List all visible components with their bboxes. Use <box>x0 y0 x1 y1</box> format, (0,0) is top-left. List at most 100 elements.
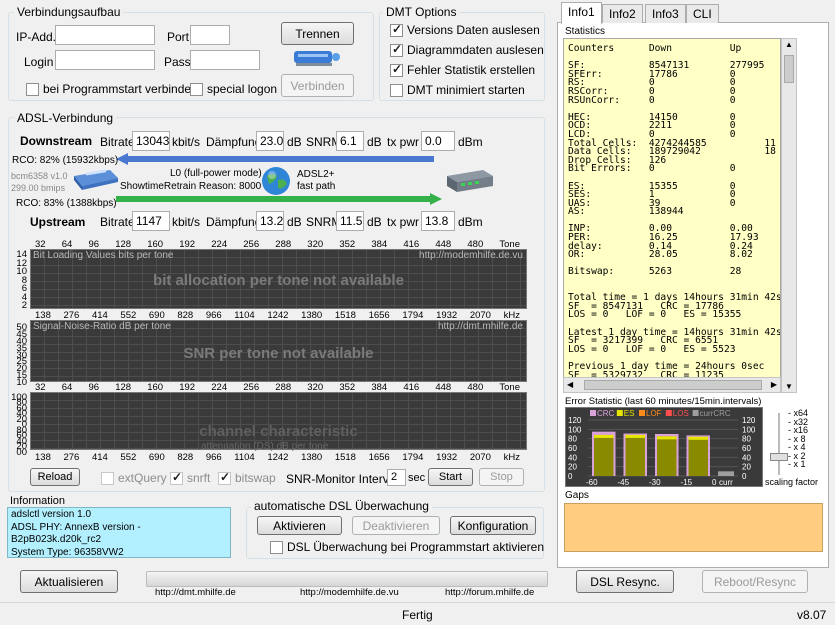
dmt-title: DMT Options <box>383 5 460 19</box>
dmt-opt4[interactable]: DMT minimiert starten <box>390 83 525 97</box>
autoconnect-checkbox[interactable]: bei Programmstart verbinden <box>26 82 198 96</box>
port-input[interactable] <box>190 25 230 45</box>
up-att-value: 13.2 <box>256 211 284 231</box>
connect-button[interactable]: Verbinden <box>281 74 354 97</box>
up-bitrate-unit: kbit/s <box>172 215 201 229</box>
password-input[interactable] <box>190 50 260 70</box>
snrft-checkbox[interactable]: snrft <box>170 470 210 485</box>
extquery-checkbox[interactable]: extQuery <box>101 471 167 485</box>
dmt-opt3-box[interactable] <box>390 62 403 77</box>
ip-input[interactable] <box>55 25 155 45</box>
statistics-vscroll[interactable]: ▲ ▼ <box>781 38 797 393</box>
bitswap-text: bitswap <box>235 471 276 485</box>
es-bar <box>657 436 677 476</box>
upstream-label: Upstream <box>30 215 86 229</box>
interval-input[interactable]: 2 <box>387 469 406 486</box>
scaling-control[interactable]: - x64- x32- x16- x 8- x 4- x 2- x 1 scal… <box>765 407 828 488</box>
khz-tick: 138 <box>35 452 51 463</box>
up-att-unit: dB <box>287 215 302 229</box>
reload-button[interactable]: Reload <box>30 468 80 486</box>
bitswap-box[interactable] <box>218 470 231 485</box>
refresh-button[interactable]: Aktualisieren <box>20 570 118 593</box>
dmt-opt4-box[interactable] <box>390 83 403 97</box>
scroll-thumb[interactable] <box>784 55 794 83</box>
gaps-title: Gaps <box>565 490 589 501</box>
standard-text2: fast path <box>297 181 336 192</box>
dmt-opt1-box[interactable] <box>390 22 403 37</box>
extquery-text: extQuery <box>118 471 167 485</box>
es-bar-top <box>657 436 677 440</box>
stop-button[interactable]: Stop <box>479 468 524 486</box>
start-button[interactable]: Start <box>428 468 473 486</box>
dmt-opt2-box[interactable] <box>390 42 403 57</box>
information-line3: System Type: 96358VW2 <box>11 546 124 558</box>
monitor-autostart-checkbox[interactable]: DSL Überwachung bei Programmstart aktivi… <box>270 540 544 554</box>
es-bar-top <box>594 434 614 438</box>
legend-label: CRC <box>597 409 615 418</box>
channel-y-tick: 00 <box>16 446 27 458</box>
upstream-arrow-icon <box>116 193 442 205</box>
globe-icon <box>261 166 291 196</box>
dmt-opt2[interactable]: Diagrammdaten auslesen <box>390 42 544 57</box>
tab-info2[interactable]: Info2 <box>602 4 643 23</box>
hscroll-right-icon[interactable]: ▶ <box>771 380 777 389</box>
dmt-opt3[interactable]: Fehler Statistik erstellen <box>390 62 535 77</box>
login-input[interactable] <box>55 50 155 70</box>
link-dmt[interactable]: http://dmt.mhilfe.de <box>155 587 236 598</box>
snr-url: http://dmt.mhilfe.de <box>437 321 523 332</box>
special-logon-checkbox[interactable]: special logon <box>190 82 277 96</box>
tab-info3[interactable]: Info3 <box>645 4 686 23</box>
channel-sub-text: attenuation (DS) dB per tone <box>201 441 329 452</box>
standard-text1: ADSL2+ <box>297 169 335 180</box>
error-x-tick: curr <box>719 478 733 486</box>
es-bar-top <box>688 436 708 440</box>
es-bar <box>625 434 645 476</box>
status-text: Fertig <box>402 608 433 622</box>
scroll-down-arrow-icon[interactable]: ▼ <box>785 382 793 391</box>
reboot-button[interactable]: Reboot/Resync <box>702 570 808 593</box>
monitor-autostart-text: DSL Überwachung bei Programmstart aktivi… <box>287 540 544 554</box>
statistics-hscroll[interactable]: ◀ ▶ <box>563 377 781 393</box>
snr-title: Signal-Noise-Ratio dB per tone <box>33 321 171 332</box>
khz-tick: 1518 <box>334 452 356 463</box>
scaling-slider-track[interactable] <box>778 413 780 475</box>
khz-tick: 1656 <box>368 452 390 463</box>
khz-tick: 966 <box>205 452 222 463</box>
link-modemhilfe[interactable]: http://modemhilfe.de.vu <box>300 587 399 598</box>
down-bitrate-label: Bitrate <box>100 135 135 149</box>
monitor-title: automatische DSL Überwachung <box>251 499 432 513</box>
dmt-opt1[interactable]: Versions Daten auslesen <box>390 22 540 37</box>
curr-crc-bar <box>718 471 734 476</box>
bitswap-checkbox[interactable]: bitswap <box>218 470 276 485</box>
tab-info1[interactable]: Info1 <box>561 2 602 24</box>
hscroll-thumb[interactable] <box>584 380 762 390</box>
snrft-box[interactable] <box>170 470 183 485</box>
scaling-option[interactable]: - x 1 <box>788 460 806 469</box>
scroll-up-arrow-icon[interactable]: ▲ <box>785 40 793 49</box>
up-snrm-unit: dB <box>367 215 382 229</box>
scaling-slider-thumb[interactable] <box>770 453 788 461</box>
dsl-resync-button[interactable]: DSL Resync. <box>576 570 674 593</box>
extquery-box[interactable] <box>101 471 114 485</box>
up-txpwr-unit: dBm <box>458 215 483 229</box>
configuration-button[interactable]: Konfiguration <box>450 516 536 535</box>
network-icon <box>292 47 342 69</box>
modem-icon <box>70 166 120 192</box>
deactivate-button[interactable]: Deaktivieren <box>352 516 440 535</box>
disconnect-button[interactable]: Trennen <box>281 22 354 45</box>
khz-tick: 1380 <box>301 452 323 463</box>
up-att-label: Dämpfung <box>206 215 262 229</box>
khz-tick: 1932 <box>436 452 458 463</box>
special-logon-text: special logon <box>207 82 278 96</box>
tab-cli[interactable]: CLI <box>686 4 719 23</box>
downstream-label: Downstream <box>20 134 93 148</box>
es-bar-top <box>625 434 645 438</box>
dmt-opt1-text: Versions Daten auslesen <box>407 23 540 37</box>
special-logon-box[interactable] <box>190 82 203 96</box>
link-forum[interactable]: http://forum.mhilfe.de <box>445 587 534 598</box>
autoconnect-box[interactable] <box>26 82 39 96</box>
hscroll-left-icon[interactable]: ◀ <box>567 380 573 389</box>
activate-button[interactable]: Aktivieren <box>257 516 342 535</box>
up-txpwr-value: 13.8 <box>421 211 455 231</box>
monitor-autostart-box[interactable] <box>270 540 283 554</box>
